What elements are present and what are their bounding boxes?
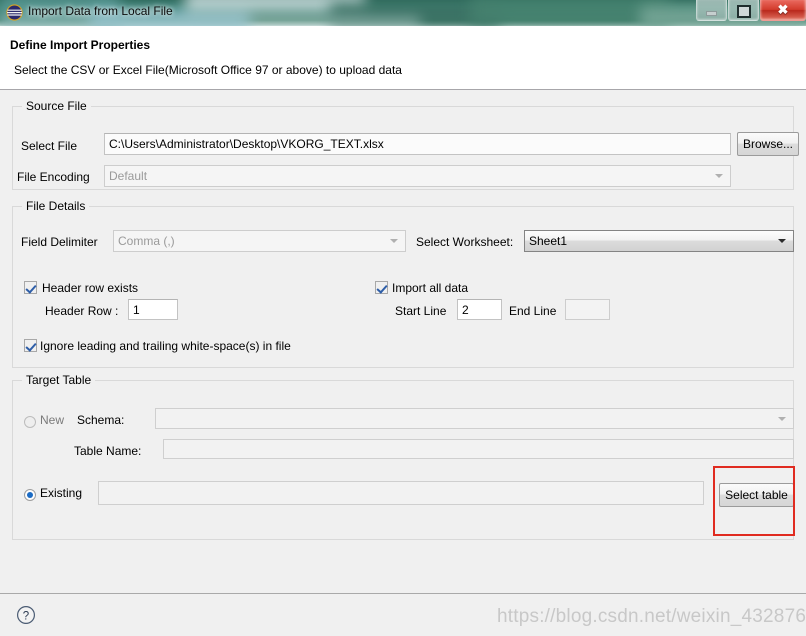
header-row-input[interactable]: 1	[128, 299, 178, 320]
titlebar-glass-blur	[470, 0, 670, 26]
import-all-data-label: Import all data	[392, 281, 469, 295]
header-row-exists-label: Header row exists	[42, 281, 139, 295]
field-delimiter-value: Comma (,)	[118, 234, 175, 248]
page-title: Define Import Properties	[10, 38, 151, 52]
table-name-input[interactable]	[163, 439, 794, 459]
select-file-input[interactable]: C:\Users\Administrator\Desktop\VKORG_TEX…	[104, 133, 731, 155]
new-table-radio[interactable]	[24, 416, 36, 428]
import-data-dialog: Import Data from Local File ✖ Define Imp…	[0, 0, 806, 636]
existing-table-label: Existing	[40, 486, 83, 500]
chevron-down-icon	[715, 174, 723, 178]
select-worksheet-value: Sheet1	[529, 234, 568, 248]
end-line-label: End Line	[509, 304, 557, 318]
existing-table-input[interactable]	[98, 481, 704, 505]
start-line-input[interactable]: 2	[457, 299, 502, 320]
new-table-label: New	[40, 413, 65, 427]
field-delimiter-label: Field Delimiter	[21, 235, 98, 249]
target-table-legend: Target Table	[22, 373, 96, 387]
select-worksheet-combo[interactable]: Sheet1	[524, 230, 794, 252]
select-file-label: Select File	[21, 139, 78, 153]
wizard-header: Define Import Properties Select the CSV …	[0, 26, 806, 90]
select-worksheet-label: Select Worksheet:	[416, 235, 514, 249]
chevron-down-icon	[390, 239, 398, 243]
maximize-button[interactable]	[728, 0, 759, 21]
end-line-input[interactable]	[565, 299, 610, 320]
file-encoding-label: File Encoding	[17, 170, 90, 184]
app-globe-icon	[6, 4, 23, 21]
target-table-group: Target Table	[12, 373, 794, 540]
close-icon: ✖	[777, 2, 789, 17]
minimize-icon	[706, 11, 717, 16]
window-titlebar[interactable]: Import Data from Local File ✖	[0, 0, 806, 26]
ignore-whitespace-label: Ignore leading and trailing white-space(…	[40, 339, 291, 353]
window-title: Import Data from Local File	[28, 4, 173, 18]
svg-text:?: ?	[23, 610, 29, 622]
help-question-icon[interactable]: ?	[16, 605, 36, 625]
source-file-legend: Source File	[22, 99, 91, 113]
header-row-label: Header Row :	[45, 304, 119, 318]
dialog-footer: ? < Back Next > Finish Cancel	[0, 593, 806, 636]
chevron-down-icon	[778, 239, 786, 243]
close-button[interactable]: ✖	[760, 0, 806, 21]
field-delimiter-combo[interactable]: Comma (,)	[113, 230, 406, 252]
window-controls: ✖	[695, 0, 806, 22]
file-encoding-combo[interactable]: Default	[104, 165, 731, 187]
titlebar-glass-blur	[330, 2, 500, 26]
import-all-data-checkbox[interactable]	[375, 281, 388, 294]
maximize-icon	[737, 5, 751, 18]
file-encoding-value: Default	[109, 169, 148, 183]
start-line-label: Start Line	[395, 304, 447, 318]
existing-table-radio[interactable]	[24, 489, 36, 501]
schema-combo[interactable]	[155, 408, 794, 429]
minimize-button[interactable]	[696, 0, 727, 21]
table-name-label: Table Name:	[74, 444, 142, 458]
titlebar-glass-blur	[185, 0, 365, 12]
file-details-legend: File Details	[22, 199, 90, 213]
page-subtitle: Select the CSV or Excel File(Microsoft O…	[14, 63, 402, 77]
dialog-body: Source File Select File C:\Users\Adminis…	[0, 90, 806, 593]
ignore-whitespace-checkbox[interactable]	[24, 339, 37, 352]
select-table-button[interactable]: Select table	[719, 483, 794, 507]
header-row-exists-checkbox[interactable]	[24, 281, 37, 294]
browse-button[interactable]: Browse...	[737, 132, 799, 156]
schema-label: Schema:	[77, 413, 125, 427]
titlebar-glass-blur	[0, 18, 420, 26]
